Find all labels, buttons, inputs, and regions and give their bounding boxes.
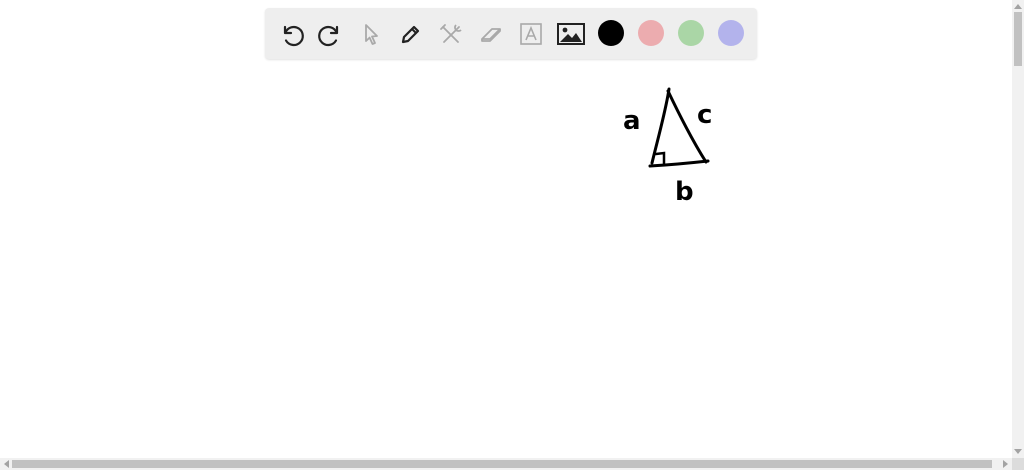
undo-button[interactable] bbox=[276, 19, 306, 49]
right-angle-marker bbox=[654, 151, 666, 166]
color-swatch-black[interactable] bbox=[598, 20, 624, 46]
vertical-scrollbar[interactable] bbox=[1012, 0, 1024, 458]
redo-icon bbox=[318, 25, 339, 47]
triangle-side-a bbox=[650, 87, 671, 165]
text-icon bbox=[520, 23, 542, 45]
select-button[interactable] bbox=[356, 19, 386, 49]
drawing-toolbar bbox=[265, 8, 757, 59]
eraser-button[interactable] bbox=[476, 19, 506, 49]
vertical-scroll-thumb[interactable] bbox=[1014, 12, 1022, 66]
eraser-icon bbox=[481, 28, 501, 42]
triangle-side-b bbox=[648, 159, 710, 168]
horizontal-scroll-thumb[interactable] bbox=[12, 460, 992, 468]
undo-icon bbox=[283, 25, 304, 47]
whiteboard-canvas[interactable]: a c b bbox=[0, 0, 1012, 458]
label-b: b bbox=[675, 177, 694, 207]
scrollbar-corner bbox=[1012, 458, 1024, 470]
pen-button[interactable] bbox=[396, 19, 426, 49]
scroll-left-arrow-icon[interactable] bbox=[0, 458, 12, 470]
select-pointer-icon bbox=[365, 24, 378, 45]
color-swatch-red[interactable] bbox=[638, 20, 664, 46]
color-swatch-green[interactable] bbox=[678, 20, 704, 46]
text-button[interactable] bbox=[516, 19, 546, 49]
tools-icon bbox=[440, 24, 462, 43]
scroll-up-arrow-icon[interactable] bbox=[1012, 0, 1024, 12]
tools-button[interactable] bbox=[436, 19, 466, 49]
pen-icon bbox=[401, 25, 420, 44]
scroll-right-arrow-icon[interactable] bbox=[1000, 458, 1012, 470]
label-c: c bbox=[697, 100, 712, 130]
triangle-drawing: a c b bbox=[623, 87, 712, 207]
scroll-down-arrow-icon[interactable] bbox=[1012, 446, 1024, 458]
redo-button[interactable] bbox=[316, 19, 346, 49]
label-a: a bbox=[623, 106, 641, 136]
color-swatch-blue[interactable] bbox=[718, 20, 744, 46]
image-button[interactable] bbox=[556, 19, 586, 49]
image-icon bbox=[557, 23, 585, 45]
horizontal-scrollbar[interactable] bbox=[0, 458, 1012, 470]
